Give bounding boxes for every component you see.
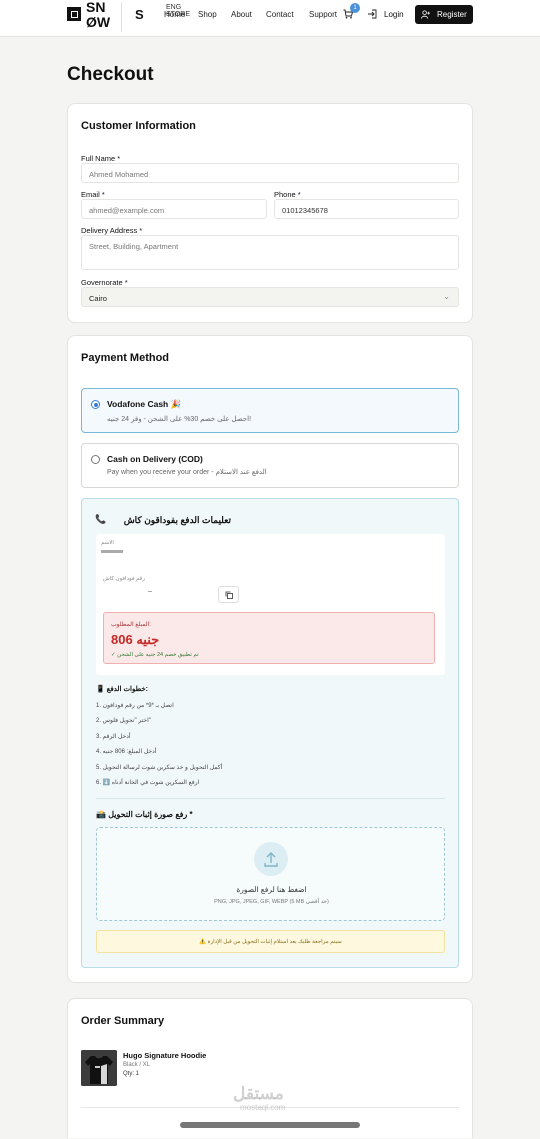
masked-number xyxy=(148,591,152,592)
email-label: Email * xyxy=(81,190,105,199)
instructions-title: تعليمات الدفع بفوداقون كاش xyxy=(123,515,231,525)
phone-input[interactable]: 01012345678 xyxy=(274,199,459,219)
product-variant: Black / XL xyxy=(123,1062,151,1068)
vodafone-subtitle: احصل على خصم 30% على الشحن - وفر 24 جنيه… xyxy=(107,416,252,423)
phone-label: Phone * xyxy=(274,190,301,199)
product-thumbnail xyxy=(81,1050,117,1086)
nav-shop[interactable]: Shop xyxy=(198,10,217,19)
payment-method-title: Payment Method xyxy=(81,352,170,364)
vodafone-instructions-panel: 📞 تعليمات الدفع بفوداقون كاش الاسم رقم ف… xyxy=(81,498,459,968)
upload-formats: PNG, JPG, JPEG, GIF, WEBP (5 MB حد أقصى) xyxy=(214,899,329,905)
upload-instruction: اضغط هنا لرفع الصورة xyxy=(236,885,307,894)
page-title: Checkout xyxy=(67,64,154,85)
phone-icon: 📞 xyxy=(95,514,107,524)
amount-due-box: المبلغ المطلوب: 806 جنيه ✓ تم تطبيق خصم … xyxy=(103,612,435,664)
name-label: الاسم xyxy=(101,540,114,546)
governorate-value: Cairo xyxy=(89,294,107,303)
payment-option-vodafone[interactable]: Vodafone Cash 🎉 احصل على خصم 30% على الش… xyxy=(81,388,459,433)
discount-note: ✓ تم تطبيق خصم 24 جنيه على الشحن xyxy=(111,652,199,658)
header-divider xyxy=(121,2,122,32)
watermark-url: mostaql.com xyxy=(240,1103,286,1112)
wallet-number-label: رقم فودافون كاش xyxy=(103,576,145,582)
customer-info-title: Customer Information xyxy=(81,120,196,132)
register-label: Register xyxy=(437,10,467,19)
logo-text[interactable]: SN ØW xyxy=(86,0,112,30)
payment-step: 4. أدخل المبلغ: 806 جنيه xyxy=(96,749,157,755)
order-summary-title: Order Summary xyxy=(81,1015,165,1027)
masked-name xyxy=(101,550,123,553)
logo-icon[interactable] xyxy=(67,7,81,21)
chevron-down-icon: ⌄ xyxy=(443,292,450,301)
upload-icon xyxy=(254,842,288,876)
amount-label: المبلغ المطلوب: xyxy=(111,622,151,628)
nav-about[interactable]: About xyxy=(231,10,252,19)
payment-step: 1. اتصل بـ *9* من رقم فودافون xyxy=(96,703,174,709)
vodafone-title: Vodafone Cash 🎉 xyxy=(107,399,182,409)
login-link[interactable]: Login xyxy=(384,10,404,19)
payment-step: 5. أكمل التحويل و خذ سكرين شوت لرسالة ال… xyxy=(96,765,223,771)
product-name: Hugo Signature Hoodie xyxy=(123,1051,207,1060)
copy-icon xyxy=(225,591,233,599)
watermark-logo: مستقل xyxy=(233,1084,284,1103)
nav-contact[interactable]: Contact xyxy=(266,10,294,19)
login-icon[interactable] xyxy=(367,9,377,19)
wallet-details-box: الاسم رقم فودافون كاش المبلغ المطلوب: 80… xyxy=(96,534,445,675)
cod-radio[interactable] xyxy=(91,455,100,464)
user-plus-icon xyxy=(421,10,430,19)
payment-step: 6. ⬇️ ارفع السكرين شوت في الخانة أدناه xyxy=(96,780,200,786)
address-textarea[interactable]: Street, Building, Apartment xyxy=(81,235,459,270)
nav-home[interactable]: Home xyxy=(164,10,185,19)
payment-step: 3. أدخل الرقم xyxy=(96,734,131,740)
product-quantity: Qty: 1 xyxy=(123,1071,140,1077)
steps-title: 📱 خطوات الدفع: xyxy=(96,686,149,693)
upload-dropzone[interactable]: اضغط هنا لرفع الصورة PNG, JPG, JPEG, GIF… xyxy=(96,827,445,921)
order-summary-card: Order Summary Hugo Signature Hoodie Blac… xyxy=(67,998,473,1138)
cod-subtitle: Pay when you receive your order - الدفع … xyxy=(107,469,267,476)
full-name-input[interactable]: Ahmed Mohamed xyxy=(81,163,459,183)
payment-option-cod[interactable]: Cash on Delivery (COD) Pay when you rece… xyxy=(81,443,459,488)
governorate-label: Governorate * xyxy=(81,278,128,287)
address-label: Delivery Address * xyxy=(81,226,143,235)
payment-method-card: Payment Method Vodafone Cash 🎉 احصل على … xyxy=(67,335,473,983)
email-input[interactable]: ahmed@example.com xyxy=(81,199,267,219)
cod-title: Cash on Delivery (COD) xyxy=(107,454,203,464)
copy-number-button[interactable] xyxy=(218,586,239,603)
top-nav-bar: SN ØW S ENG STORE Home Shop About Contac… xyxy=(0,0,540,37)
store-logo[interactable]: S xyxy=(129,0,161,30)
full-name-label: Full Name * xyxy=(81,154,121,163)
home-indicator[interactable] xyxy=(180,1122,360,1128)
cart-count-badge: 1 xyxy=(350,3,360,13)
amount-value: 806 جنيه xyxy=(111,632,160,647)
payment-step: 2. اختر "تحويل فلوس" xyxy=(96,718,151,724)
review-warning: ⚠️ سيتم مراجعة طلبك بعد استلام إثبات الت… xyxy=(96,930,445,953)
governorate-select[interactable]: Cairo ⌄ xyxy=(81,287,459,307)
store-logo-letter: S xyxy=(135,7,144,22)
register-button[interactable]: Register xyxy=(415,5,473,24)
vodafone-radio[interactable] xyxy=(91,400,100,409)
customer-info-card: Customer Information Full Name * Ahmed M… xyxy=(67,103,473,323)
nav-support[interactable]: Support xyxy=(309,10,337,19)
upload-proof-title: 📸 رفع صورة إثبات التحويل * xyxy=(96,810,193,819)
section-divider xyxy=(96,798,445,799)
